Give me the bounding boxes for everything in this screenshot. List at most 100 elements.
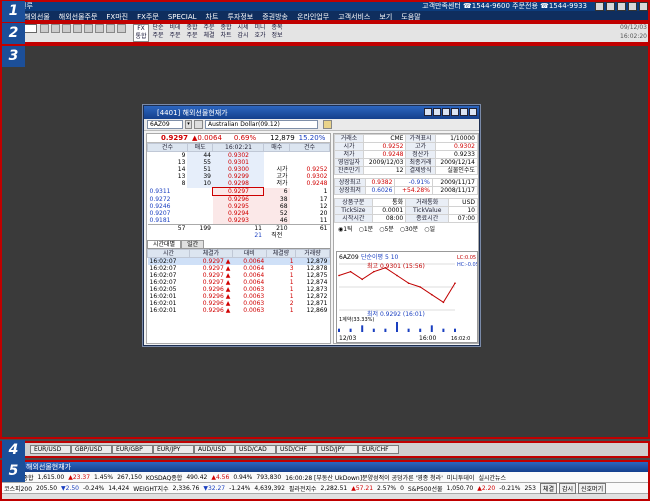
print-icon[interactable] [95,24,104,33]
ask-price[interactable]: 0.9299 [212,173,264,180]
toolbar-shortcut-button[interactable]: 종목 정보 [269,24,285,40]
currency-tab[interactable]: USD/CAD [235,445,276,454]
close-icon[interactable] [639,1,648,11]
toolbar-shortcut-button[interactable]: 주문 체결 [201,24,217,40]
mini-chart[interactable]: 6AZ09 단순이평 5 10 최고 0.9301 (15:56) 최저 0.9292… [336,251,479,343]
maximize-icon[interactable] [460,108,468,116]
tick-qty: 1 [289,272,294,279]
settings-icon[interactable] [106,24,115,33]
bid-count: 12 [319,203,328,210]
currency-tab[interactable]: GBP/USD [71,445,112,454]
minimize-icon[interactable] [451,108,459,116]
menu-item[interactable]: 차트 [206,12,219,22]
currency-tab[interactable]: USD/CHF [276,445,317,454]
menu-item[interactable]: 증권방송 [262,12,288,22]
menu-item[interactable]: 고객서비스 [338,12,370,22]
lock-icon[interactable] [433,108,441,116]
toolbar-shortcut-button[interactable]: 종합 차트 [218,24,234,40]
table-row[interactable]: 16:02:01 0.9296 ▲ 0.0063 2 12,871 [148,300,330,307]
currency-tab[interactable]: EUR/GBP [112,445,153,454]
bid-qty: 68 [263,203,290,210]
table-row[interactable]: 16:02:01 0.9296 ▲ 0.0063 1 12,872 [148,293,330,300]
tab-1[interactable]: 일간 [181,240,205,248]
close-icon[interactable] [469,108,477,116]
toolbar-shortcut-button[interactable]: 시세 감시 [235,24,251,40]
tick-table: 시간 체결가 대비 체결량 거래량 16:02:07 0.9297 ▲ 0.0064 1 12,8… [146,249,330,314]
currency-tab[interactable]: AUD/USD [194,445,235,454]
toolbar-date: 09/12/03 [620,24,647,31]
ticker-field: 필라전지수 [288,485,317,493]
period-option[interactable]: ○30분 [400,224,418,233]
panel-button[interactable]: 신호머기 [578,482,607,494]
menu-item[interactable]: 도움말 [401,12,420,22]
shortcut-bottom-label: 정보 [271,32,283,39]
help-icon[interactable] [117,24,126,33]
order-icon[interactable] [73,24,82,33]
home-icon[interactable] [595,1,604,11]
shortcut-bottom-label: 통합 [135,33,147,40]
search-icon[interactable] [40,24,49,33]
ask-price[interactable]: 0.9300 [212,166,264,173]
alarm-icon[interactable] [84,24,93,33]
panel-button[interactable]: 체결 [539,482,557,494]
toolbar-combo[interactable] [24,24,37,33]
currency-tab[interactable]: EUR/JPY [153,445,194,454]
menu-item[interactable]: FX주문 [137,12,159,22]
tick-time: 16:02:01 [149,300,177,307]
currency-tab[interactable]: EUR/USD [30,445,71,454]
tab-0[interactable]: 시간대별 [147,240,182,248]
period-option[interactable]: ◉1틱 [338,224,353,233]
period-option[interactable]: ○5분 [379,224,394,233]
menu-item[interactable]: 해외선물 [24,12,50,22]
ask-price[interactable]: 0.9298 [212,180,264,188]
symbol-input[interactable]: 6AZ09 [147,120,183,129]
lock-icon[interactable] [606,1,615,11]
menu-item[interactable]: 보기 [379,12,392,22]
maximize-icon[interactable] [628,1,637,11]
bid-price[interactable]: 0.9293 [212,217,264,225]
table-row[interactable]: 16:02:07 0.9297 ▲ 0.0064 1 12,875 [148,272,330,279]
menu-item[interactable]: 투자정보 [227,12,253,22]
bid-price[interactable]: 0.9294 [212,210,264,217]
toolbar-shortcut-button[interactable]: 단순 주문 [150,24,166,40]
toolbar-shortcut-button[interactable]: 미니 호가 [252,24,268,40]
bid-price[interactable]: 0.9295 [212,203,264,210]
currency-tab[interactable]: USD/JPY [317,445,358,454]
chart-icon[interactable] [62,24,71,33]
window-title-bar[interactable]: [4401] 해외선물현재가 [144,106,479,119]
settings-icon[interactable] [323,120,332,129]
volume-bar [361,325,364,332]
ask-price[interactable]: 0.9302 [212,151,264,159]
table-row[interactable]: 16:02:01 0.9296 ▲ 0.0063 1 12,869 [148,307,330,314]
link-icon[interactable] [424,108,432,116]
table-row[interactable]: 16:02:07 0.9297 ▲ 0.0064 1 12,879 [147,257,330,265]
menu-item[interactable]: FX마진 [106,12,128,22]
blank-cell [148,232,188,239]
currency-tab[interactable]: EUR/CHF [358,445,399,454]
ask-count: 9 [181,152,186,159]
panel-button[interactable]: 감시 [558,482,577,494]
help-icon[interactable] [442,108,450,116]
toolbar-shortcut-button[interactable]: 종합 주문 [184,24,200,40]
stat-label: 시가 [276,166,288,173]
period-option[interactable]: ○일 [424,224,435,233]
toolbar-shortcut-button[interactable]: 비데 주문 [167,24,183,40]
ask-price[interactable]: 0.9301 [212,159,264,166]
table-row[interactable]: 16:02:07 0.9297 ▲ 0.0064 3 12,878 [148,265,330,272]
bid-price[interactable]: 0.9296 [212,195,264,203]
bid-price[interactable]: 0.9297 [212,187,265,196]
menu-item[interactable]: 해외선물주문 [59,12,98,22]
toolbar-shortcut-button[interactable]: FX 통합 [133,24,149,42]
period-option[interactable]: ○1분 [359,224,374,233]
menu-item[interactable]: 온라인업무 [297,12,329,22]
dropdown-icon[interactable]: ▾ [185,120,192,129]
ticker-field: ▼2.50 [61,484,79,492]
minimize-icon[interactable] [617,1,626,11]
ask-count: 14 [177,166,186,173]
menu-item[interactable]: SPECIAL [168,13,197,21]
window-icon[interactable] [51,24,60,33]
table-row[interactable]: 16:02:07 0.9297 ▲ 0.0064 1 12,874 [148,279,330,286]
search-icon[interactable] [194,120,203,129]
table-row[interactable]: 16:02:05 0.9296 ▲ 0.0063 1 12,873 [148,286,330,293]
ticker-field: 253 [524,484,536,492]
